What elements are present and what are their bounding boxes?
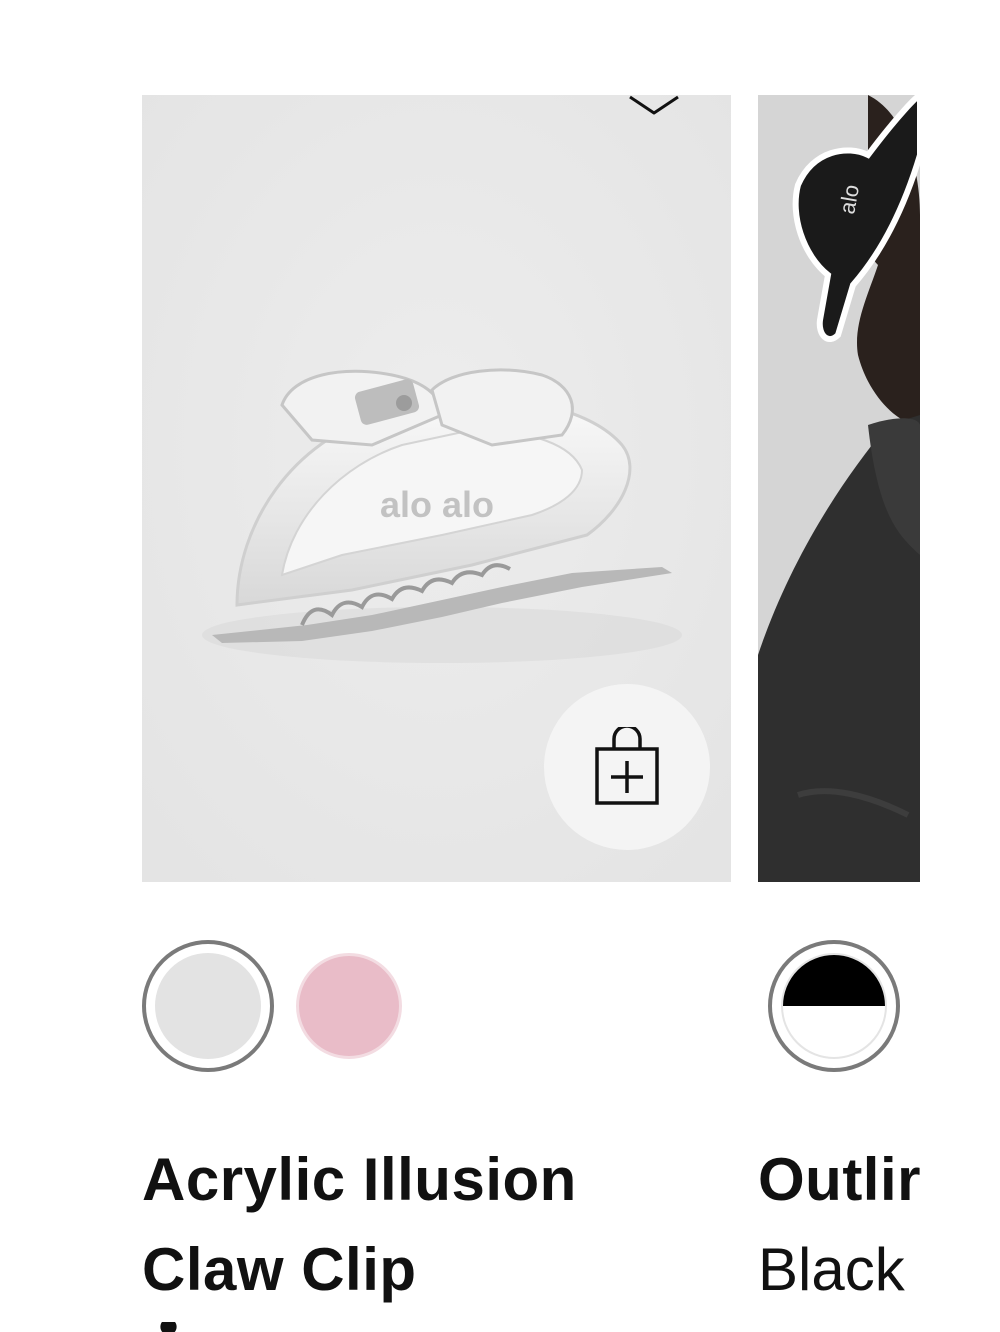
price-peek: •	[158, 1322, 179, 1332]
product-name[interactable]: Outlir	[758, 1135, 920, 1225]
swatch-fill	[781, 953, 887, 1059]
product-card[interactable]: alo Outlir Black	[758, 0, 920, 1332]
product-name-line1: Acrylic Illusion	[142, 1146, 577, 1213]
color-swatches	[142, 940, 402, 1072]
clip-logo: alo alo	[380, 484, 494, 525]
shopping-bag-plus-icon	[595, 727, 659, 805]
swatch-pink[interactable]	[296, 953, 402, 1059]
color-swatches	[768, 940, 900, 1072]
swatch-black-white[interactable]	[768, 940, 900, 1072]
model-image: alo	[758, 95, 920, 882]
swatch-clear[interactable]	[142, 940, 274, 1072]
clip-logo: alo	[834, 183, 864, 216]
product-image[interactable]: alo	[758, 95, 920, 882]
product-name[interactable]: Acrylic Illusion Claw Clip	[142, 1135, 742, 1315]
swatch-fill	[155, 953, 261, 1059]
product-name-line2: Claw Clip	[142, 1236, 417, 1303]
heart-icon[interactable]	[626, 95, 682, 119]
add-to-bag-button[interactable]	[544, 684, 710, 850]
product-name-line1: Outlir	[758, 1146, 920, 1213]
product-variant: Black	[758, 1236, 905, 1303]
